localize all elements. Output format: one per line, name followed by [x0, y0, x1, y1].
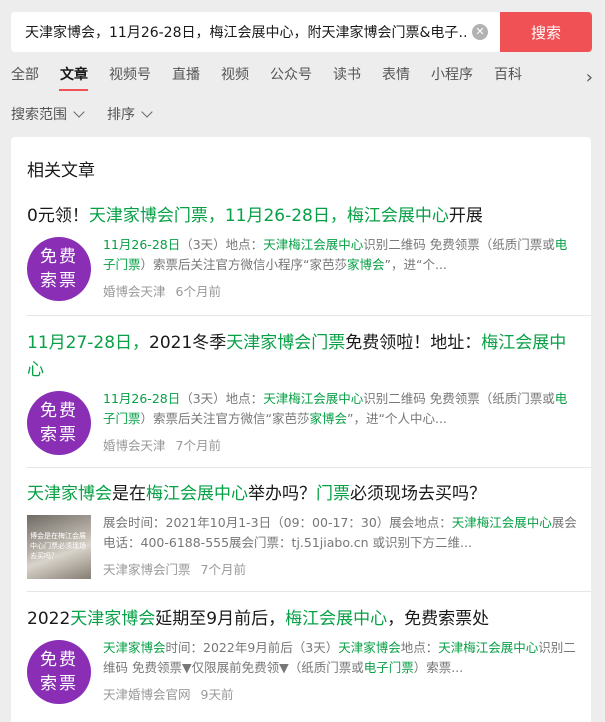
tab-channels[interactable]: 视频号 [98, 58, 161, 96]
article-time: 9天前 [200, 687, 234, 702]
tab-mini-programs[interactable]: 小程序 [420, 58, 483, 96]
article-thumbnail[interactable]: 免费 索票 [27, 237, 91, 301]
tab-all[interactable]: 全部 [0, 58, 49, 96]
article-source[interactable]: 婚博会天津 [103, 284, 166, 299]
tab-articles[interactable]: 文章 [49, 58, 98, 96]
tabs-more-button[interactable]: › [557, 58, 605, 96]
free-ticket-badge: 免费 索票 [27, 391, 91, 455]
chevron-down-icon [141, 105, 153, 118]
tab-live[interactable]: 直播 [161, 58, 210, 96]
divider [27, 591, 591, 592]
article-meta: 天津家博会门票 7个月前 [103, 559, 577, 578]
article-snippet: 11月26-28日（3天）地点：天津梅江会展中心识别二维码 免费领票（纸质门票或… [103, 237, 568, 272]
article-thumbnail[interactable]: 免费 索票 [27, 640, 91, 704]
tab-encyclopedia[interactable]: 百科 [483, 58, 532, 96]
article-snippet: 11月26-28日（3天）地点：天津梅江会展中心识别二维码 免费领票（纸质门票或… [103, 391, 568, 426]
divider [27, 315, 591, 316]
tab-books[interactable]: 读书 [322, 58, 371, 96]
tab-stickers[interactable]: 表情 [371, 58, 420, 96]
tab-official-accounts[interactable]: 公众号 [259, 58, 322, 96]
tab-bar: 全部 文章 视频号 直播 视频 公众号 读书 表情 小程序 百科 › [0, 58, 605, 96]
filter-bar: 搜索范围 排序 [11, 104, 175, 124]
divider [27, 467, 591, 468]
article-source[interactable]: 天津家博会门票 [103, 562, 191, 577]
article-source[interactable]: 天津婚博会官网 [103, 687, 191, 702]
search-bar: ✕ 搜索 [11, 12, 592, 52]
article-item[interactable]: 天津家博会是在梅江会展中心举办吗？门票必须现场去买吗？ 博会是在梅江会展中心门票… [27, 481, 577, 579]
article-time: 7个月前 [200, 562, 246, 577]
chevron-down-icon [73, 105, 85, 118]
article-meta: 天津婚博会官网 9天前 [103, 684, 577, 703]
search-range-label: 搜索范围 [11, 107, 67, 123]
chevron-right-icon: › [585, 66, 593, 88]
search-range-filter[interactable]: 搜索范围 [11, 104, 85, 124]
article-title[interactable]: 天津家博会是在梅江会展中心举办吗？门票必须现场去买吗？ [27, 481, 577, 508]
section-title: 相关文章 [27, 161, 95, 181]
search-box[interactable]: ✕ [11, 12, 500, 52]
article-source[interactable]: 婚博会天津 [103, 438, 166, 453]
article-time: 7个月前 [175, 438, 221, 453]
search-button[interactable]: 搜索 [500, 12, 592, 52]
sort-filter[interactable]: 排序 [107, 104, 153, 124]
article-item[interactable]: 11月27-28日，2021冬季天津家博会门票免费领啦！地址：梅江会展中心 免费… [27, 330, 577, 455]
results-card: 相关文章 0元领！天津家博会门票，11月26-28日，梅江会展中心开展 免费 索票… [11, 137, 591, 722]
article-title[interactable]: 11月27-28日，2021冬季天津家博会门票免费领啦！地址：梅江会展中心 [27, 330, 577, 384]
free-ticket-badge: 免费 索票 [27, 640, 91, 704]
search-input[interactable] [25, 24, 466, 40]
article-thumbnail[interactable]: 免费 索票 [27, 391, 91, 455]
article-meta: 婚博会天津 6个月前 [103, 281, 577, 300]
article-meta: 婚博会天津 7个月前 [103, 435, 577, 454]
article-time: 6个月前 [175, 284, 221, 299]
article-snippet: 展会时间：2021年10月1-3日（09：00-17：30）展会地点：天津梅江会… [103, 515, 577, 550]
article-thumbnail[interactable]: 博会是在梅江会展中心门票必须现场去买吗？ [27, 515, 91, 579]
article-image: 博会是在梅江会展中心门票必须现场去买吗？ [27, 515, 91, 579]
article-item[interactable]: 2022天津家博会延期至9月前后，梅江会展中心，免费索票处 免费 索票 天津家博会… [27, 606, 577, 704]
tab-video[interactable]: 视频 [210, 58, 259, 96]
article-item[interactable]: 0元领！天津家博会门票，11月26-28日，梅江会展中心开展 免费 索票 11月2… [27, 203, 577, 301]
free-ticket-badge: 免费 索票 [27, 237, 91, 301]
clear-icon[interactable]: ✕ [472, 24, 488, 40]
article-title[interactable]: 0元领！天津家博会门票，11月26-28日，梅江会展中心开展 [27, 203, 577, 230]
article-title[interactable]: 2022天津家博会延期至9月前后，梅江会展中心，免费索票处 [27, 606, 577, 633]
sort-label: 排序 [107, 107, 135, 123]
article-snippet: 天津家博会时间：2022年9月前后（3天）天津家博会地点：天津梅江会展中心识别二… [103, 640, 576, 675]
